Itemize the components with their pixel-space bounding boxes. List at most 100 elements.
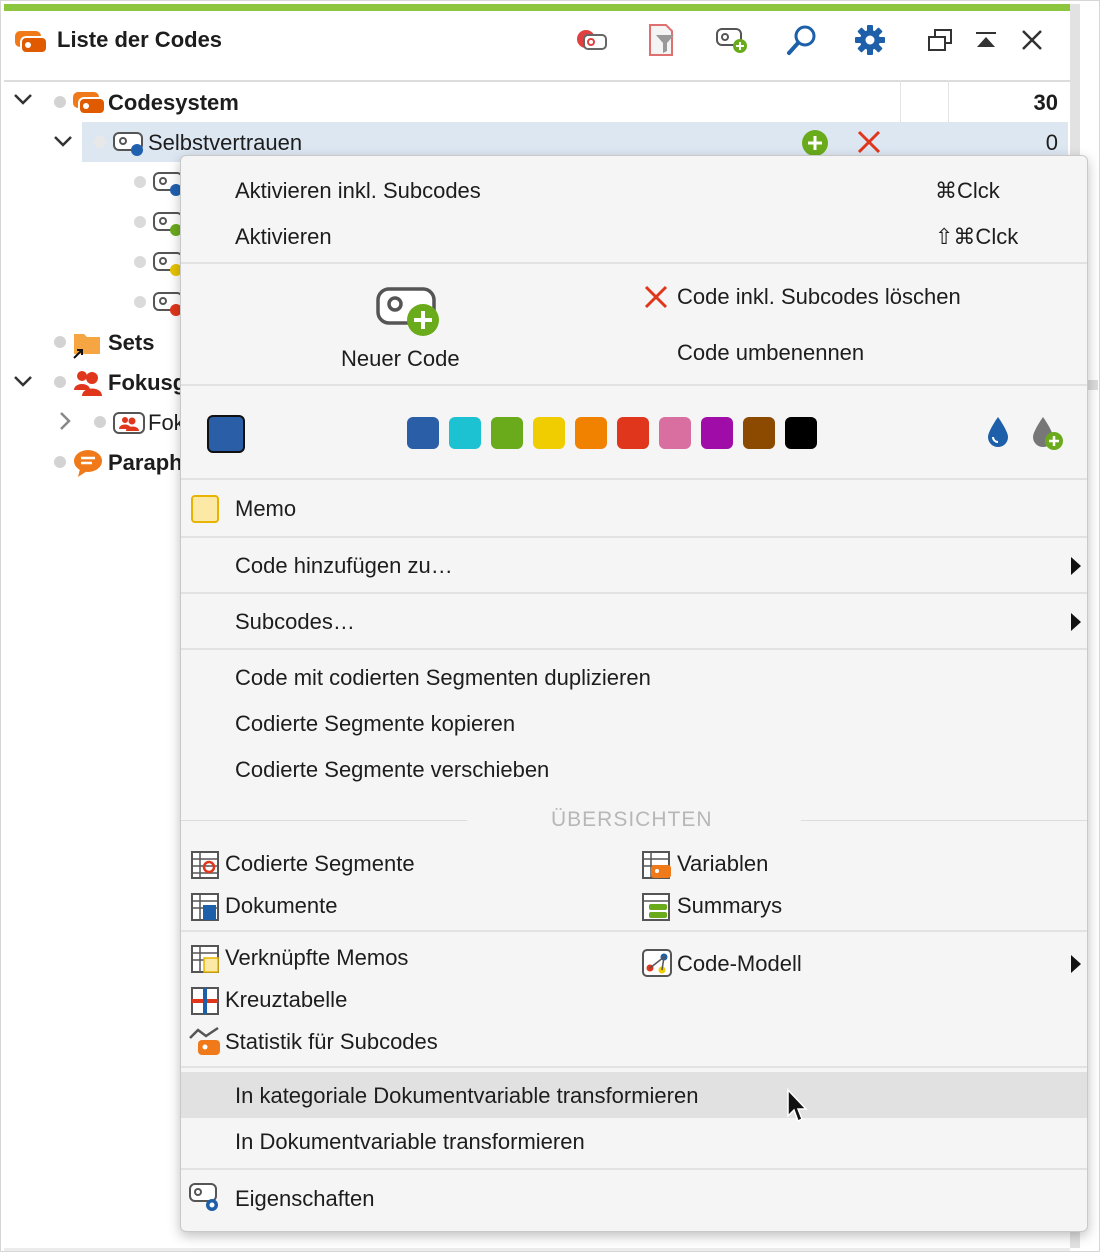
tree-row-subcode[interactable] [4, 242, 183, 282]
color-swatch-brown[interactable] [743, 417, 775, 449]
color-swatch-red[interactable] [617, 417, 649, 449]
settings-button[interactable] [848, 21, 892, 59]
code-list-icon [14, 29, 48, 60]
menu-separator [181, 262, 1087, 264]
tree-row-codesystem[interactable]: Codesystem 30 [4, 82, 1070, 122]
new-code-button[interactable] [710, 21, 754, 59]
menu-item-move-segments[interactable]: Codierte Segmente verschieben [235, 757, 549, 783]
tree-row-subcode[interactable] [4, 282, 183, 322]
section-divider [181, 820, 467, 821]
submenu-arrow-icon [1071, 557, 1081, 575]
context-menu: Aktivieren inkl. Subcodes ⌘Clck Aktivier… [180, 155, 1088, 1232]
submenu-arrow-icon [1071, 613, 1081, 631]
chevron-down-icon[interactable] [12, 370, 34, 398]
menu-item-summaries[interactable]: Summarys [677, 893, 782, 919]
color-swatch-cyan[interactable] [449, 417, 481, 449]
menu-separator [181, 648, 1087, 650]
summaries-icon [641, 892, 671, 927]
folder-icon [70, 328, 104, 365]
linked-memos-icon [190, 944, 220, 979]
window-header: Liste der Codes [4, 11, 1070, 82]
color-drop-icon[interactable] [985, 415, 1011, 454]
tree-label: Selbstvertrauen [148, 130, 303, 155]
new-code-icon[interactable] [375, 284, 443, 343]
color-swatch-black[interactable] [785, 417, 817, 449]
menu-item-variables[interactable]: Variablen [677, 851, 768, 877]
code-model-icon [641, 948, 673, 983]
tree-row-focus-group[interactable]: Fokusg [4, 362, 186, 402]
collapse-button[interactable] [964, 21, 1008, 59]
menu-item-transform-categorical[interactable]: In kategoriale Dokumentvariable transfor… [235, 1083, 698, 1109]
menu-item-crosstab[interactable]: Kreuztabelle [225, 987, 347, 1013]
gear-icon [855, 25, 885, 55]
chevron-down-icon[interactable] [12, 88, 34, 116]
close-icon [1022, 30, 1042, 50]
tree-row-paraphrase[interactable]: Paraph [4, 442, 183, 482]
menu-item-activate-with-subcodes[interactable]: Aktivieren inkl. Subcodes [235, 178, 481, 204]
color-swatch-pink[interactable] [659, 417, 691, 449]
code-history-icon [577, 30, 607, 50]
add-color-icon[interactable] [1031, 415, 1065, 456]
shortcut-label: ⌘Clck [935, 178, 1000, 203]
filter-icon [649, 24, 674, 56]
code-history-button[interactable] [570, 21, 614, 59]
status-dot [94, 416, 106, 428]
status-dot [54, 96, 66, 108]
menu-item-delete-code[interactable]: Code inkl. Subcodes löschen [677, 284, 961, 310]
tree-row-sets[interactable]: Sets [4, 322, 180, 362]
delete-icon [643, 284, 669, 315]
variables-icon [641, 850, 673, 885]
code-count: 0 [1045, 130, 1058, 155]
close-button[interactable] [1010, 21, 1054, 59]
search-button[interactable] [780, 21, 824, 59]
menu-item-memo[interactable]: Memo [235, 496, 296, 522]
window-title: Liste der Codes [57, 27, 223, 52]
status-dot [134, 176, 146, 188]
tree-label: Sets [108, 330, 155, 355]
menu-separator [181, 478, 1087, 480]
resize-handle[interactable] [1088, 380, 1098, 390]
code-icon [152, 170, 183, 203]
status-dot [54, 376, 66, 388]
color-swatch-orange[interactable] [575, 417, 607, 449]
section-divider [801, 820, 1087, 821]
menu-item-documents[interactable]: Dokumente [225, 893, 338, 919]
menu-item-activate[interactable]: Aktivieren [235, 224, 332, 250]
status-dot [134, 216, 146, 228]
tree-row-focus-child[interactable]: Fok [4, 402, 185, 442]
shortcut-label: ⇧⌘Clck [935, 224, 1019, 249]
window-accent-bar [4, 4, 1070, 11]
current-color-swatch[interactable] [207, 415, 245, 453]
tree-row-subcode[interactable] [4, 162, 183, 203]
menu-item-add-code-to[interactable]: Code hinzufügen zu… [235, 553, 453, 579]
menu-item-linked-memos[interactable]: Verknüpfte Memos [225, 945, 408, 971]
color-swatch-purple[interactable] [701, 417, 733, 449]
menu-item-coded-segments[interactable]: Codierte Segmente [225, 851, 415, 877]
properties-icon [188, 1182, 222, 1219]
menu-item-code-model[interactable]: Code-Modell [677, 951, 802, 977]
menu-item-subcodes[interactable]: Subcodes… [235, 609, 355, 635]
chevron-down-icon[interactable] [52, 130, 74, 158]
undock-icon [928, 29, 952, 51]
collapse-up-icon [976, 32, 996, 47]
filter-button[interactable] [640, 21, 684, 59]
documents-icon [190, 892, 220, 927]
menu-item-statistics-subcodes[interactable]: Statistik für Subcodes [225, 1029, 438, 1055]
menu-item-rename-code[interactable]: Code umbenennen [677, 340, 864, 366]
menu-item-copy-segments[interactable]: Codierte Segmente kopieren [235, 711, 515, 737]
memo-icon [190, 494, 220, 529]
color-swatch-yellow[interactable] [533, 417, 565, 449]
menu-item-transform-document-variable[interactable]: In Dokumentvariable transformieren [235, 1129, 585, 1155]
codesystem-icon [72, 90, 106, 121]
overview-section-title: ÜBERSICHTEN [551, 808, 713, 831]
status-dot [54, 336, 66, 348]
tree-row-subcode[interactable] [4, 202, 183, 242]
status-dot [94, 136, 106, 148]
color-swatch-blue[interactable] [407, 417, 439, 449]
menu-item-properties[interactable]: Eigenschaften [235, 1186, 374, 1212]
color-swatch-green[interactable] [491, 417, 523, 449]
undock-button[interactable] [918, 21, 962, 59]
menu-item-duplicate-code[interactable]: Code mit codierten Segmenten duplizieren [235, 665, 651, 691]
menu-item-new-code[interactable]: Neuer Code [341, 346, 460, 372]
chevron-right-icon[interactable] [54, 410, 76, 438]
